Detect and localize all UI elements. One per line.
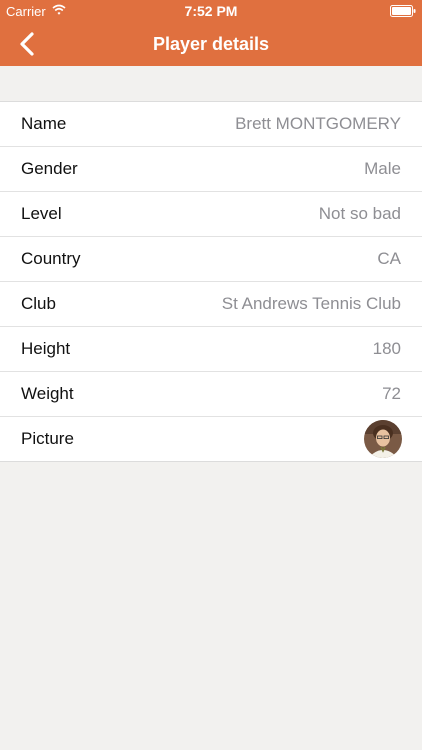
header: Carrier 7:52 PM Player details (0, 0, 422, 66)
detail-row-level: Level Not so bad (0, 192, 422, 237)
detail-row-height: Height 180 (0, 327, 422, 372)
back-button[interactable] (14, 30, 42, 58)
row-value: St Andrews Tennis Club (221, 294, 401, 313)
player-avatar[interactable] (364, 420, 402, 458)
row-label: Gender (21, 159, 78, 178)
battery-icon (390, 5, 416, 17)
navigation-bar: Player details (0, 22, 422, 66)
row-value: Not so bad (318, 204, 401, 223)
row-label: Name (21, 114, 67, 133)
detail-row-gender: Gender Male (0, 147, 422, 192)
detail-row-country: Country CA (0, 237, 422, 282)
row-label: Picture (21, 429, 74, 448)
row-label: Weight (21, 384, 74, 403)
row-label: Height (21, 339, 71, 358)
player-details-table: Name Brett MONTGOMERY Gender Male Level … (0, 101, 422, 462)
row-value: CA (377, 249, 401, 268)
chevron-left-icon (20, 32, 34, 56)
row-value: 72 (382, 384, 401, 403)
row-label: Level (21, 204, 62, 223)
row-value: Brett MONTGOMERY (235, 114, 401, 133)
status-time: 7:52 PM (184, 3, 238, 19)
row-value: 180 (372, 339, 401, 358)
status-bar: Carrier 7:52 PM (0, 0, 422, 22)
detail-row-club: Club St Andrews Tennis Club (0, 282, 422, 327)
page-title: Player details (152, 34, 270, 54)
row-label: Country (21, 249, 81, 268)
detail-row-name: Name Brett MONTGOMERY (0, 102, 422, 147)
row-value: Male (364, 159, 401, 178)
row-label: Club (21, 294, 56, 313)
detail-row-weight: Weight 72 (0, 372, 422, 417)
detail-row-picture[interactable]: Picture (0, 417, 422, 461)
